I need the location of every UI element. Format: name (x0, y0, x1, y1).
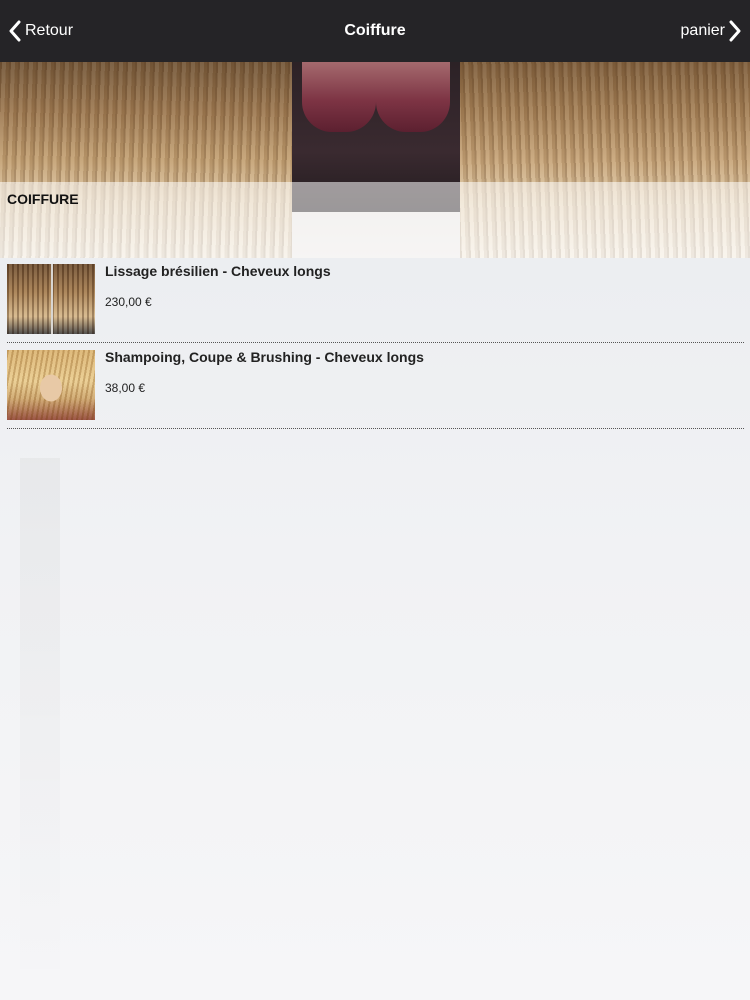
cart-button[interactable]: panier (681, 18, 742, 44)
background-shade (20, 458, 60, 1000)
product-row[interactable]: Shampoing, Coupe & Brushing - Cheveux lo… (7, 344, 744, 429)
product-list: Lissage brésilien - Cheveux longs 230,00… (7, 258, 744, 429)
page-title: Coiffure (344, 22, 406, 39)
product-price: 230,00 € (105, 295, 152, 309)
product-name: Lissage brésilien - Cheveux longs (105, 263, 331, 279)
product-name: Shampoing, Coupe & Brushing - Cheveux lo… (105, 349, 424, 365)
cart-button-label: panier (680, 22, 725, 39)
category-banner: COIFFURE (0, 62, 750, 258)
poster-portrait-left (302, 62, 376, 132)
top-navigation-bar: Retour Coiffure panier (0, 0, 750, 62)
product-row[interactable]: Lissage brésilien - Cheveux longs 230,00… (7, 258, 744, 343)
poster-portrait-right (376, 62, 450, 132)
chevron-right-icon (728, 20, 742, 42)
product-thumbnail (7, 264, 95, 334)
product-price: 38,00 € (105, 381, 146, 395)
banner-title-overlay (0, 182, 750, 258)
category-title: COIFFURE (7, 191, 79, 207)
product-thumbnail (7, 350, 95, 420)
